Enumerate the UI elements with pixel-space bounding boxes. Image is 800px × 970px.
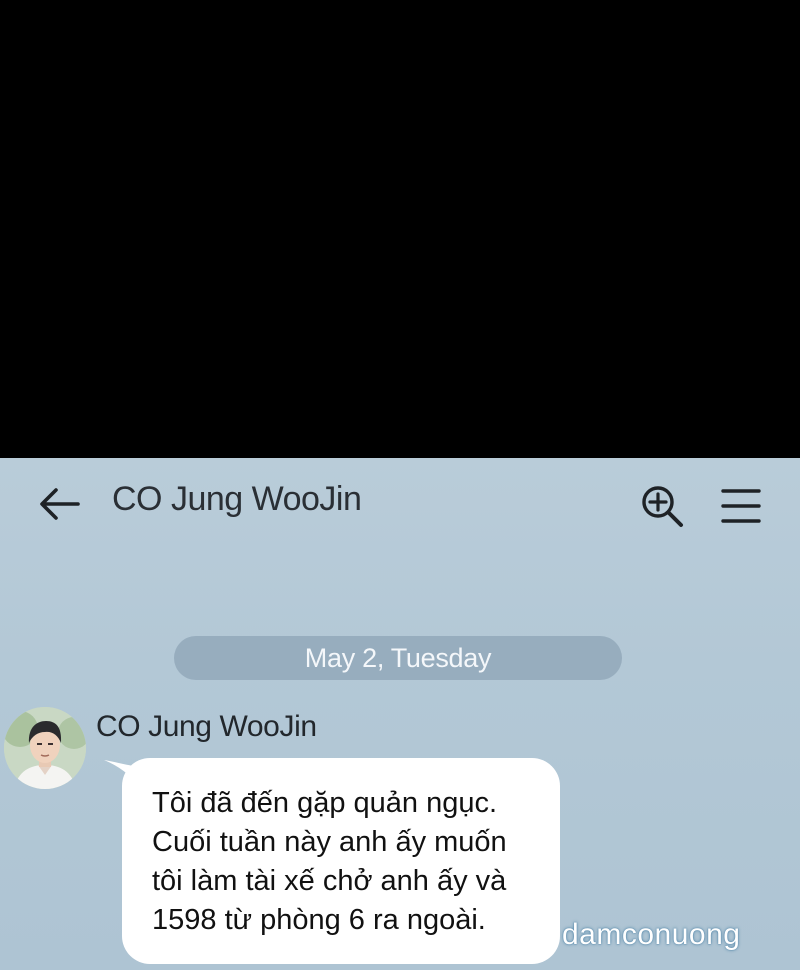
chat-title: CO Jung WooJin (112, 480, 362, 518)
profile-picture-icon (4, 707, 86, 789)
chat-header-bar: CO Jung WooJin (0, 458, 800, 550)
back-button[interactable] (34, 482, 84, 526)
date-separator-label: May 2, Tuesday (304, 642, 492, 673)
watermark: damconuong (562, 918, 741, 951)
arrow-left-icon (40, 488, 80, 520)
message-bubble-body: Tôi đã đến gặp quản ngục. Cuối tuần này … (122, 758, 560, 964)
message-text: Tôi đã đến gặp quản ngục. Cuối tuần này … (152, 784, 507, 940)
message-line: 1598 từ phòng 6 ra ngoài. (152, 904, 486, 936)
zoom-in-icon (642, 486, 683, 527)
date-separator: May 2, Tuesday (174, 636, 622, 680)
chat-screen: CO Jung WooJin May 2, Tuesday CO Jung Wo… (0, 458, 800, 970)
search-button[interactable] (636, 482, 688, 530)
message-line: Cuối tuần này anh ấy muốn (152, 826, 507, 858)
message-line: Tôi đã đến gặp quản ngục. (152, 787, 498, 819)
hamburger-menu-icon (721, 489, 761, 523)
menu-button[interactable] (714, 482, 768, 530)
black-letterbox-area (0, 0, 800, 458)
message-bubble[interactable]: Tôi đã đến gặp quản ngục. Cuối tuần này … (100, 758, 560, 966)
message-line: tôi làm tài xế chở anh ấy và (152, 865, 507, 897)
avatar[interactable] (4, 707, 86, 789)
message-sender-name: CO Jung WooJin (96, 710, 317, 743)
